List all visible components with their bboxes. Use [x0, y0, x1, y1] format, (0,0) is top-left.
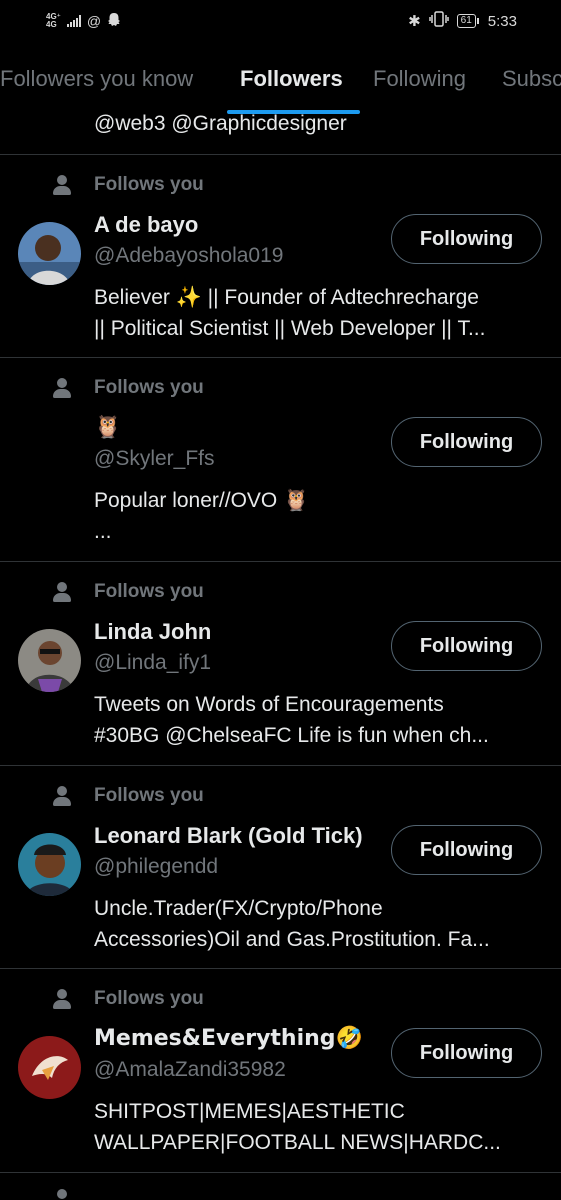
tab-followers[interactable]: Followers — [240, 66, 343, 92]
person-icon — [50, 988, 74, 1010]
divider — [0, 154, 561, 155]
person-icon — [50, 581, 74, 603]
tab-subscriptions[interactable]: Subsc — [502, 66, 561, 92]
followers-list[interactable]: @web3 @Graphicdesigner Follows you A de … — [0, 114, 561, 1200]
list-item[interactable]: Follows you Linda John @Linda_ify1 Follo… — [0, 581, 561, 761]
user-bio: SHITPOST|MEMES|AESTHETIC WALLPAPER|FOOTB… — [94, 1100, 501, 1154]
bluetooth-icon: ✱ — [408, 13, 421, 30]
following-button[interactable]: Following — [391, 417, 542, 467]
following-button[interactable]: Following — [391, 214, 542, 264]
at-icon: @ — [86, 13, 102, 29]
person-icon — [50, 785, 74, 807]
divider — [0, 561, 561, 562]
status-left: 4G⁺ 4G @ — [46, 12, 121, 30]
signal-icon — [66, 15, 81, 27]
ghost-icon — [107, 12, 121, 30]
follows-you-label: Follows you — [94, 581, 204, 602]
list-item[interactable]: Follows you Memes&Everything🤣 @AmalaZand… — [0, 988, 561, 1168]
avatar[interactable] — [18, 222, 81, 285]
status-right: ✱ 61 5:33 — [408, 11, 517, 31]
following-button[interactable]: Following — [391, 1028, 542, 1078]
follows-you-label: Follows you — [94, 174, 204, 195]
divider — [0, 1172, 561, 1173]
follows-you-row: Follows you — [50, 377, 204, 399]
tab-followers-you-know[interactable]: Followers you know — [0, 66, 193, 92]
user-handle[interactable]: @Skyler_Ffs — [94, 447, 215, 471]
user-bio: Believer ✨ || Founder of Adtechrecharge … — [94, 286, 486, 340]
user-bio: Tweets on Words of Encouragements #30BG … — [94, 693, 489, 747]
status-bar: 4G⁺ 4G @ ✱ 61 5:33 — [0, 0, 561, 44]
user-name[interactable]: A de bayo — [94, 212, 198, 238]
avatar[interactable] — [18, 1036, 81, 1099]
following-button[interactable]: Following — [391, 621, 542, 671]
list-item[interactable]: Follows you A de bayo @Adebayoshola019 F… — [0, 174, 561, 354]
battery-icon: 61 — [456, 14, 479, 28]
user-handle[interactable]: @AmalaZandi35982 — [94, 1058, 286, 1082]
clock: 5:33 — [487, 12, 517, 30]
partial-bio: @web3 @Graphicdesigner — [94, 114, 347, 135]
avatar[interactable] — [18, 629, 81, 692]
avatar[interactable] — [18, 833, 81, 896]
person-icon — [50, 377, 74, 399]
user-handle[interactable]: @Linda_ify1 — [94, 651, 211, 675]
person-icon — [50, 1188, 74, 1200]
follows-you-label: Follows you — [94, 988, 204, 1009]
person-icon — [50, 174, 74, 196]
divider — [0, 357, 561, 358]
user-name[interactable]: Leonard Blark (Gold Tick) — [94, 823, 363, 849]
user-handle[interactable]: @Adebayoshola019 — [94, 244, 283, 268]
tab-bar: Followers you know Followers Following S… — [0, 58, 561, 114]
network-indicator: 4G⁺ 4G — [46, 13, 61, 29]
list-item[interactable]: Follows you Leonard Blark (Gold Tick) @p… — [0, 785, 561, 965]
network-label-2: 4G — [46, 20, 57, 29]
user-name[interactable]: Linda John — [94, 619, 211, 645]
follows-you-row — [50, 1188, 94, 1200]
divider — [0, 968, 561, 969]
follows-you-row: Follows you — [50, 988, 204, 1010]
vibrate-icon — [428, 11, 449, 31]
user-handle[interactable]: @philegendd — [94, 855, 218, 879]
user-bio: Popular loner//OVO 🦉 ... — [94, 489, 310, 543]
user-bio: Uncle.Trader(FX/Crypto/Phone Accessories… — [94, 897, 490, 951]
following-button[interactable]: Following — [391, 825, 542, 875]
follows-you-row: Follows you — [50, 581, 204, 603]
follows-you-label: Follows you — [94, 377, 204, 398]
user-name[interactable]: 🦉 — [94, 415, 121, 440]
tab-following[interactable]: Following — [373, 66, 466, 92]
list-item[interactable]: Follows you 🦉 @Skyler_Ffs Following Popu… — [0, 377, 561, 557]
list-item[interactable] — [0, 1188, 561, 1200]
divider — [0, 765, 561, 766]
follows-you-row: Follows you — [50, 785, 204, 807]
follows-you-label: Follows you — [94, 785, 204, 806]
follows-you-row: Follows you — [50, 174, 204, 196]
user-name[interactable]: Memes&Everything🤣 — [94, 1026, 363, 1051]
